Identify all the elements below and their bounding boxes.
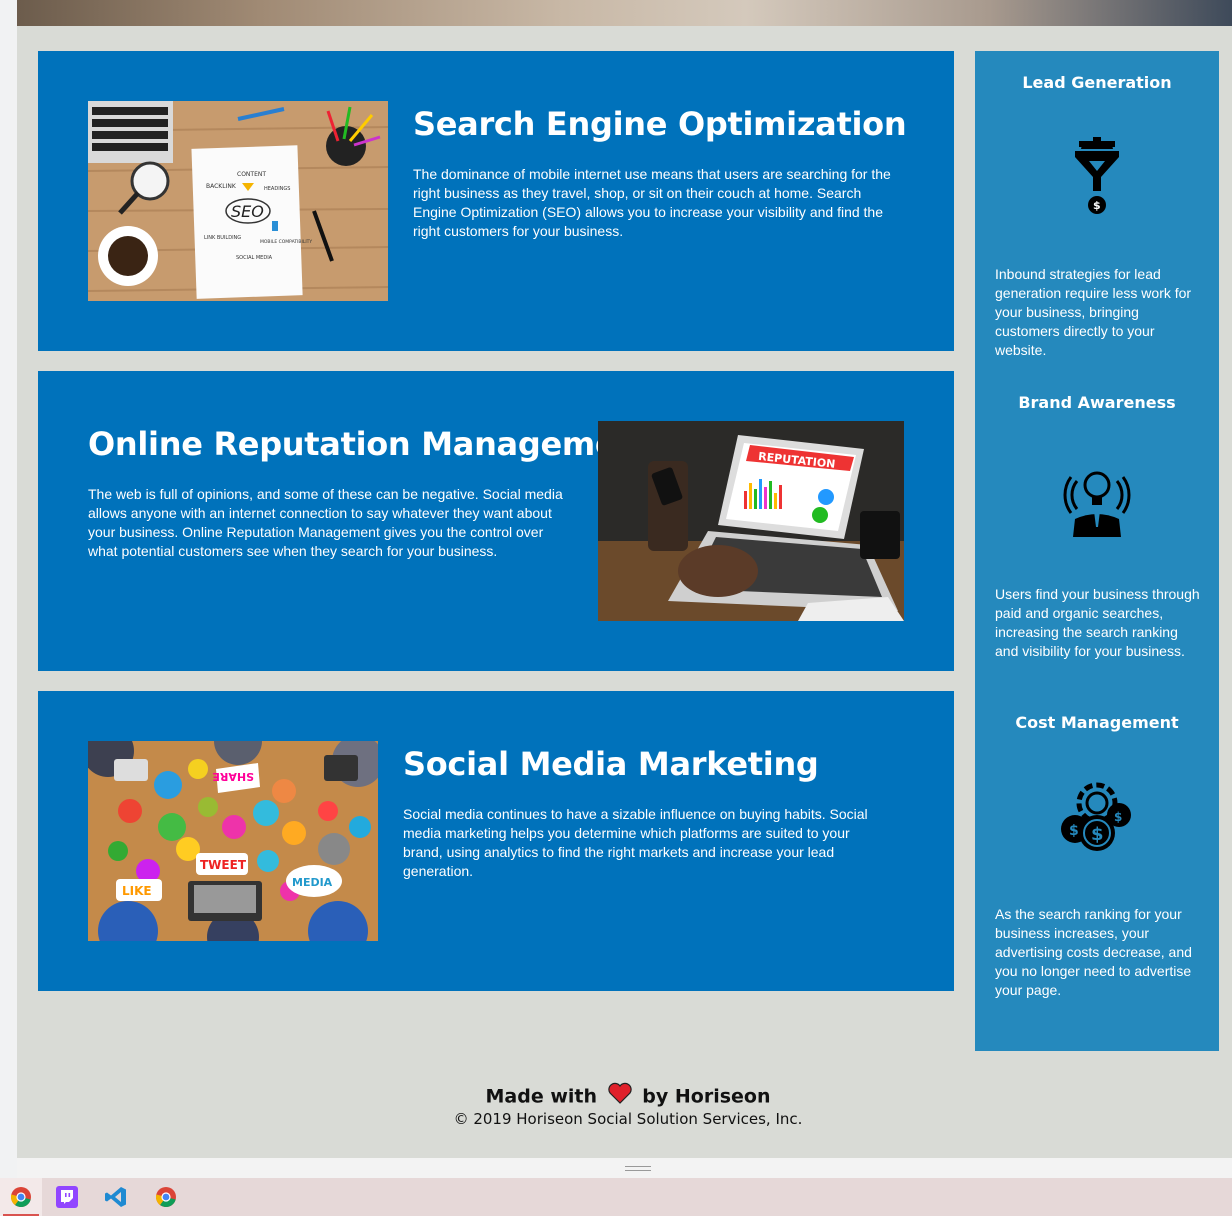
benefit-title-brand: Brand Awareness (1018, 393, 1176, 412)
twitch-icon (56, 1186, 78, 1208)
lead-funnel-icon: $ (1057, 135, 1137, 215)
heart-icon (607, 1082, 632, 1112)
devtools-resize-bar[interactable] (17, 1158, 1232, 1178)
svg-text:$: $ (1093, 199, 1101, 212)
social-title: Social Media Marketing (403, 745, 819, 783)
benefits-aside: Lead Generation $ Inbound strategies for… (975, 51, 1219, 1051)
reputation-title: Online Reputation Management (88, 425, 654, 463)
hero-image-bottom (17, 0, 1232, 26)
svg-text:$: $ (1114, 810, 1122, 824)
service-card-reputation: Online Reputation Management The web is … (38, 371, 954, 671)
reputation-image: REPUTATION (598, 421, 904, 621)
seo-word-mobile: MOBILE COMPATIBILITY (260, 239, 312, 245)
social-word-like: LIKE (122, 884, 152, 898)
seo-word-social: SOCIAL MEDIA (236, 255, 273, 261)
taskbar-chrome-2[interactable] (145, 1178, 187, 1216)
svg-text:$: $ (1091, 824, 1104, 845)
chrome-icon (155, 1187, 176, 1208)
footer-by-label: by Horiseon (642, 1085, 771, 1108)
taskbar (0, 1178, 1232, 1216)
social-image: SHARE TWEET LIKE MEDIA (88, 741, 378, 941)
benefit-title-lead: Lead Generation (1022, 73, 1172, 92)
footer-made-with: Made with by Horiseon (17, 1082, 1232, 1110)
social-word-tweet: TWEET (200, 858, 247, 872)
benefit-text-lead: Inbound strategies for lead generation r… (995, 266, 1192, 358)
svg-text:$: $ (1069, 823, 1079, 839)
cost-gear-coins-icon: $ $ $ (1057, 777, 1137, 857)
seo-image: CONTENT BACKLINK HEADINGS SEO LINK BUILD… (88, 101, 388, 301)
reputation-body: The web is full of opinions, and some of… (88, 486, 563, 559)
resize-handle-icon[interactable] (625, 1166, 651, 1171)
seo-word-link-building: LINK BUILDING (204, 235, 241, 241)
seo-word-seo: SEO (231, 202, 264, 221)
benefit-title-cost: Cost Management (1015, 713, 1179, 732)
social-word-share: SHARE (212, 770, 254, 783)
service-card-social: SHARE TWEET LIKE MEDIA Social Media Mark… (38, 691, 954, 991)
chrome-icon (10, 1187, 31, 1208)
taskbar-vscode[interactable] (95, 1178, 137, 1216)
page-footer: Made with by Horiseon © 2019 Horiseon So… (17, 1082, 1232, 1128)
benefit-text-cost: As the search ranking for your business … (995, 906, 1192, 998)
taskbar-chrome-1[interactable] (0, 1178, 42, 1216)
footer-copyright: © 2019 Horiseon Social Solution Services… (453, 1110, 803, 1128)
benefit-text-brand: Users find your business through paid an… (995, 586, 1200, 659)
seo-word-content: CONTENT (237, 171, 266, 178)
footer-made-with-label: Made with (485, 1085, 598, 1108)
social-body: Social media continues to have a sizable… (403, 806, 868, 879)
social-word-media: MEDIA (292, 876, 333, 889)
window-left-gutter (0, 0, 17, 1178)
seo-body: The dominance of mobile internet use mea… (413, 166, 891, 239)
vscode-icon (105, 1187, 126, 1207)
seo-word-backlink: BACKLINK (206, 183, 237, 190)
taskbar-twitch[interactable] (46, 1178, 88, 1216)
brand-lightbulb-icon (1057, 457, 1137, 537)
seo-title: Search Engine Optimization (413, 105, 907, 143)
service-card-seo: CONTENT BACKLINK HEADINGS SEO LINK BUILD… (38, 51, 954, 351)
seo-word-headings: HEADINGS (264, 186, 290, 192)
